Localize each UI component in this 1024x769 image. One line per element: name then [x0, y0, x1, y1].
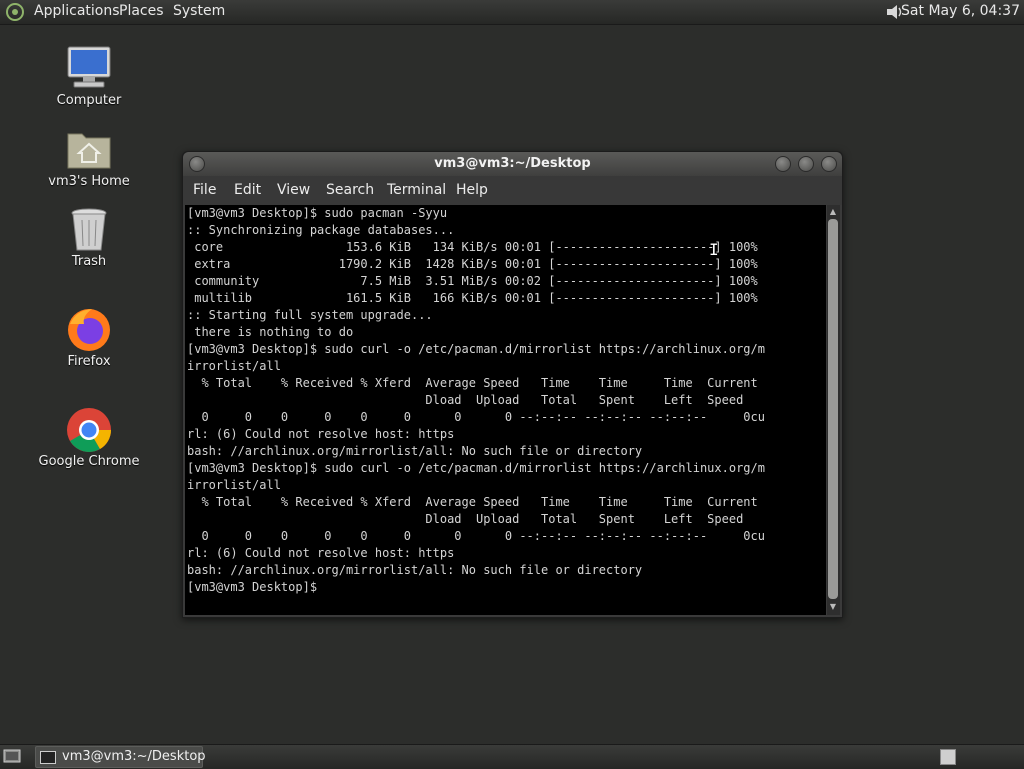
workspace-switcher[interactable] — [940, 749, 956, 765]
mouse-ibeam-cursor-icon: I — [709, 240, 719, 259]
system-menu[interactable]: System — [173, 3, 225, 19]
menu-file[interactable]: File — [193, 182, 216, 198]
taskbar-button-terminal[interactable]: vm3@vm3:~/Desktop — [35, 746, 206, 768]
home-folder-icon — [67, 133, 111, 169]
scrollbar[interactable]: ▲ ▼ — [827, 205, 840, 615]
scroll-up-icon[interactable]: ▲ — [828, 207, 838, 217]
scroll-thumb[interactable] — [828, 219, 838, 599]
maximize-button[interactable] — [798, 156, 814, 172]
trash-icon — [71, 208, 107, 251]
desktop-icon-computer[interactable]: Computer — [34, 45, 144, 108]
desktop-icon-chrome[interactable]: Google Chrome — [34, 406, 144, 469]
menu-search[interactable]: Search — [326, 182, 374, 198]
menu-terminal[interactable]: Terminal — [387, 182, 446, 198]
taskbar-button-label: vm3@vm3:~/Desktop — [62, 749, 206, 764]
computer-icon — [67, 46, 111, 88]
show-desktop-icon[interactable] — [3, 748, 21, 764]
window-titlebar[interactable]: vm3@vm3:~/Desktop — [183, 152, 842, 176]
minimize-button[interactable] — [775, 156, 791, 172]
desktop-icon-label: vm3's Home — [48, 174, 130, 189]
menu-help[interactable]: Help — [456, 182, 488, 198]
places-menu[interactable]: Places — [119, 3, 164, 19]
clock[interactable]: Sat May 6, 04:37 — [901, 3, 1020, 19]
desktop-icon-label: Google Chrome — [38, 454, 140, 469]
firefox-icon — [68, 309, 110, 351]
desktop-icon-firefox[interactable]: Firefox — [34, 306, 144, 369]
terminal-window: vm3@vm3:~/Desktop File Edit View Search … — [182, 151, 843, 618]
terminal-icon — [40, 751, 56, 764]
window-menubar: File Edit View Search Terminal Help — [183, 176, 842, 205]
terminal-text: [vm3@vm3 Desktop]$ sudo pacman -Syyu :: … — [187, 206, 765, 594]
chrome-icon — [67, 408, 111, 452]
menu-edit[interactable]: Edit — [234, 182, 261, 198]
desktop-icon-label: Firefox — [67, 354, 111, 369]
desktop-icon-label: Trash — [71, 254, 107, 269]
applications-menu[interactable]: Applications — [34, 3, 120, 19]
close-button[interactable] — [821, 156, 837, 172]
distro-logo-icon[interactable] — [4, 2, 26, 22]
desktop-icon-trash[interactable]: Trash — [34, 206, 144, 269]
bottom-panel: vm3@vm3:~/Desktop — [0, 744, 1024, 769]
desktop-icon-home[interactable]: vm3's Home — [34, 126, 144, 189]
top-panel: Applications Places System Sat May 6, 04… — [0, 0, 1024, 25]
desktop-icon-label: Computer — [56, 93, 122, 108]
terminal-output[interactable]: [vm3@vm3 Desktop]$ sudo pacman -Syyu :: … — [185, 205, 826, 615]
scroll-down-icon[interactable]: ▼ — [828, 602, 838, 612]
window-title: vm3@vm3:~/Desktop — [434, 156, 591, 171]
menu-view[interactable]: View — [277, 182, 310, 198]
